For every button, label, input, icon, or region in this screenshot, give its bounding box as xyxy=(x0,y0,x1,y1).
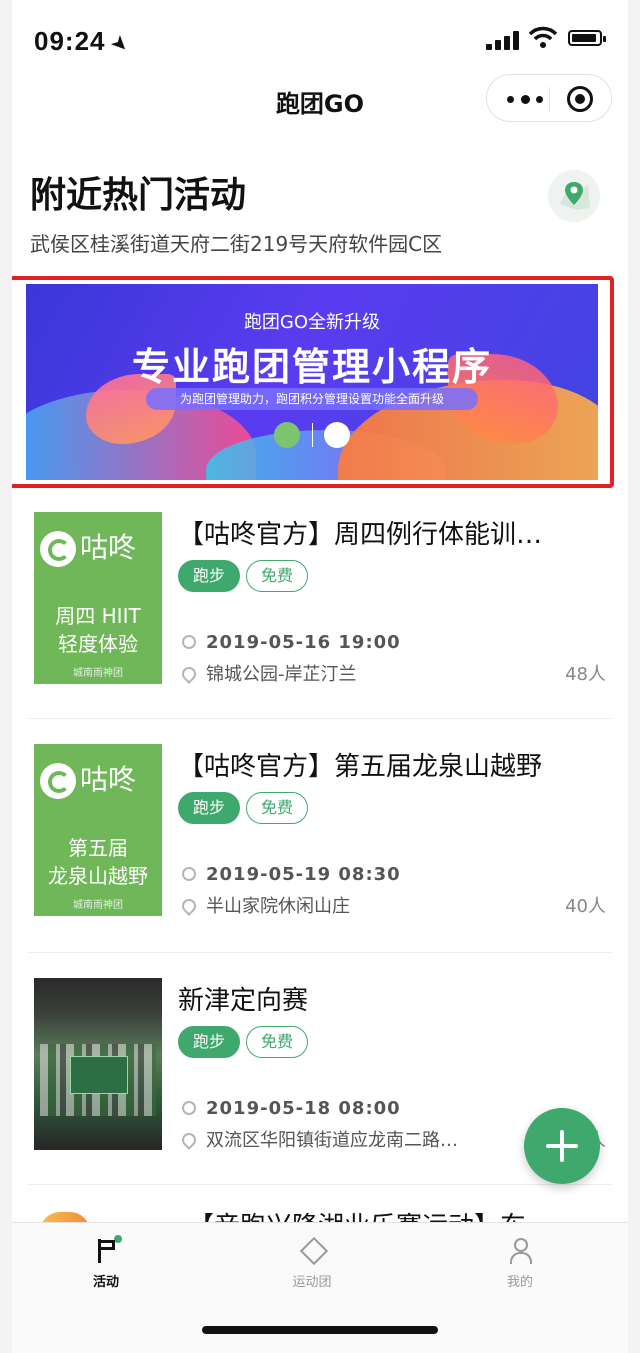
participant-count: 40人 xyxy=(565,896,606,917)
tag-price: 免费 xyxy=(246,792,309,824)
list-divider xyxy=(28,718,612,719)
tag-price: 免费 xyxy=(246,1026,309,1058)
signal-icon xyxy=(486,30,520,50)
activity-thumbnail: 咕咚 周四 HIIT 轻度体验 城南雨神团 xyxy=(34,512,162,684)
clock-icon xyxy=(182,867,196,881)
thumb-line: 龙泉山越野 xyxy=(48,864,148,888)
activity-place: 双流区华阳镇街道应龙南二路… xyxy=(179,1126,458,1152)
wifi-icon xyxy=(528,26,558,48)
page-title: 附近热门活动 xyxy=(30,175,247,216)
activity-title: 【咕咚官方】第五届龙泉山越野 xyxy=(178,752,543,782)
thumb-brand: 咕咚 xyxy=(40,526,136,567)
thumb-brand-text: 咕咚 xyxy=(80,763,137,796)
diamond-icon xyxy=(298,1237,326,1265)
thumb-line: 城南雨神团 xyxy=(73,900,123,911)
thumb-line: 城南雨神团 xyxy=(73,668,123,679)
activity-time: 2019-05-16 19:00 xyxy=(182,632,401,653)
codoon-logo-icon xyxy=(40,531,76,567)
activity-place: 半山家院休闲山庄 xyxy=(179,892,350,918)
codoon-logo-icon xyxy=(323,422,350,448)
thumb-line: 轻度体验 xyxy=(58,632,138,656)
banner-flag-graphic xyxy=(70,1056,128,1094)
tab-label: 我的 xyxy=(506,1275,533,1290)
banner-logos xyxy=(26,422,598,454)
tab-sports-groups[interactable]: 运动团 xyxy=(252,1237,372,1290)
activity-tags: 跑步 免费 xyxy=(178,560,314,592)
tab-me[interactable]: 我的 xyxy=(460,1237,580,1290)
activity-title: 【咕咚官方】周四例行体能训… xyxy=(178,520,543,550)
activity-time-text: 2019-05-19 08:30 xyxy=(206,864,401,885)
activity-time: 2019-05-18 08:00 xyxy=(182,1098,401,1119)
status-time: 09:24➤ xyxy=(34,26,133,57)
create-activity-button[interactable] xyxy=(524,1108,600,1184)
activity-place: 锦城公园-岸芷汀兰 xyxy=(179,660,357,686)
battery-icon xyxy=(568,30,606,46)
activity-place-text: 锦城公园-岸芷汀兰 xyxy=(206,664,357,685)
thumb-line: 周四 HIIT xyxy=(55,604,141,628)
tag-category: 跑步 xyxy=(178,792,241,824)
activity-time-text: 2019-05-18 08:00 xyxy=(206,1098,401,1119)
miniprogram-capsule xyxy=(486,74,612,122)
user-icon xyxy=(506,1237,534,1265)
activity-photo xyxy=(34,978,162,1150)
activity-card[interactable]: 咕咚 第五届 龙泉山越野 城南雨神团 【咕咚官方】第五届龙泉山越野 跑步 免费 2… xyxy=(12,720,628,950)
logo-divider xyxy=(311,423,313,447)
map-pin-icon[interactable] xyxy=(548,170,600,222)
current-address: 武侯区桂溪街道天府二街219号天府软件园C区 xyxy=(30,232,443,256)
activity-place-text: 双流区华阳镇街道应龙南二路… xyxy=(206,1130,458,1151)
tab-label: 活动 xyxy=(92,1275,119,1290)
banner-subtitle: 跑团GO全新升级 xyxy=(243,312,381,333)
tag-price: 免费 xyxy=(246,560,309,592)
status-bar: 09:24➤ xyxy=(12,0,628,80)
list-divider xyxy=(28,952,612,953)
flag-icon xyxy=(92,1235,122,1265)
activity-place-text: 半山家院休闲山庄 xyxy=(206,896,350,917)
clock-icon xyxy=(182,1101,196,1115)
thumb-line: 第五届 xyxy=(68,836,128,860)
clock-icon xyxy=(182,635,196,649)
location-icon xyxy=(179,664,199,684)
banner-title: 专业跑团管理小程序 xyxy=(131,345,492,389)
close-miniprogram-icon[interactable] xyxy=(567,86,593,112)
map-icon-graphic xyxy=(560,182,590,210)
activity-time-text: 2019-05-16 19:00 xyxy=(206,632,401,653)
location-arrow-icon: ➤ xyxy=(107,31,133,57)
nav-bar: 跑团GO xyxy=(12,74,628,124)
activity-time: 2019-05-19 08:30 xyxy=(182,864,401,885)
activity-tags: 跑步 免费 xyxy=(178,792,314,824)
paotuan-logo-icon xyxy=(274,422,301,448)
banner-tagline: 为跑团管理助力，跑团积分管理设置功能全面升级 xyxy=(146,388,478,410)
activity-title: 新津定向赛 xyxy=(178,986,309,1016)
thumb-brand: 咕咚 xyxy=(40,758,136,799)
location-icon xyxy=(179,1130,199,1150)
location-icon xyxy=(179,896,199,916)
tab-activities[interactable]: 活动 xyxy=(46,1235,166,1290)
capsule-divider xyxy=(549,87,550,111)
tag-category: 跑步 xyxy=(178,1026,241,1058)
participant-count: 48人 xyxy=(565,664,606,685)
home-indicator[interactable] xyxy=(202,1326,438,1334)
phone-screen: 09:24➤ 跑团GO 附近热门活动 武侯区桂溪街道天府二街219号天府软件园C… xyxy=(12,0,628,1353)
thumb-brand-text: 咕咚 xyxy=(80,531,137,564)
tab-label: 运动团 xyxy=(292,1275,332,1290)
activity-card[interactable]: 咕咚 周四 HIIT 轻度体验 城南雨神团 【咕咚官方】周四例行体能训… 跑步免… xyxy=(12,488,628,718)
list-divider xyxy=(28,1184,612,1185)
more-icon[interactable] xyxy=(507,89,543,109)
status-time-text: 09:24 xyxy=(34,26,106,56)
activity-thumbnail: 咕咚 第五届 龙泉山越野 城南雨神团 xyxy=(34,744,162,916)
tag-category: 跑步 xyxy=(178,560,241,592)
codoon-logo-icon xyxy=(40,763,76,799)
promo-banner[interactable]: 跑团GO全新升级 专业跑团管理小程序 为跑团管理助力，跑团积分管理设置功能全面升… xyxy=(26,284,598,480)
activity-tags: 跑步 免费 xyxy=(178,1026,314,1058)
